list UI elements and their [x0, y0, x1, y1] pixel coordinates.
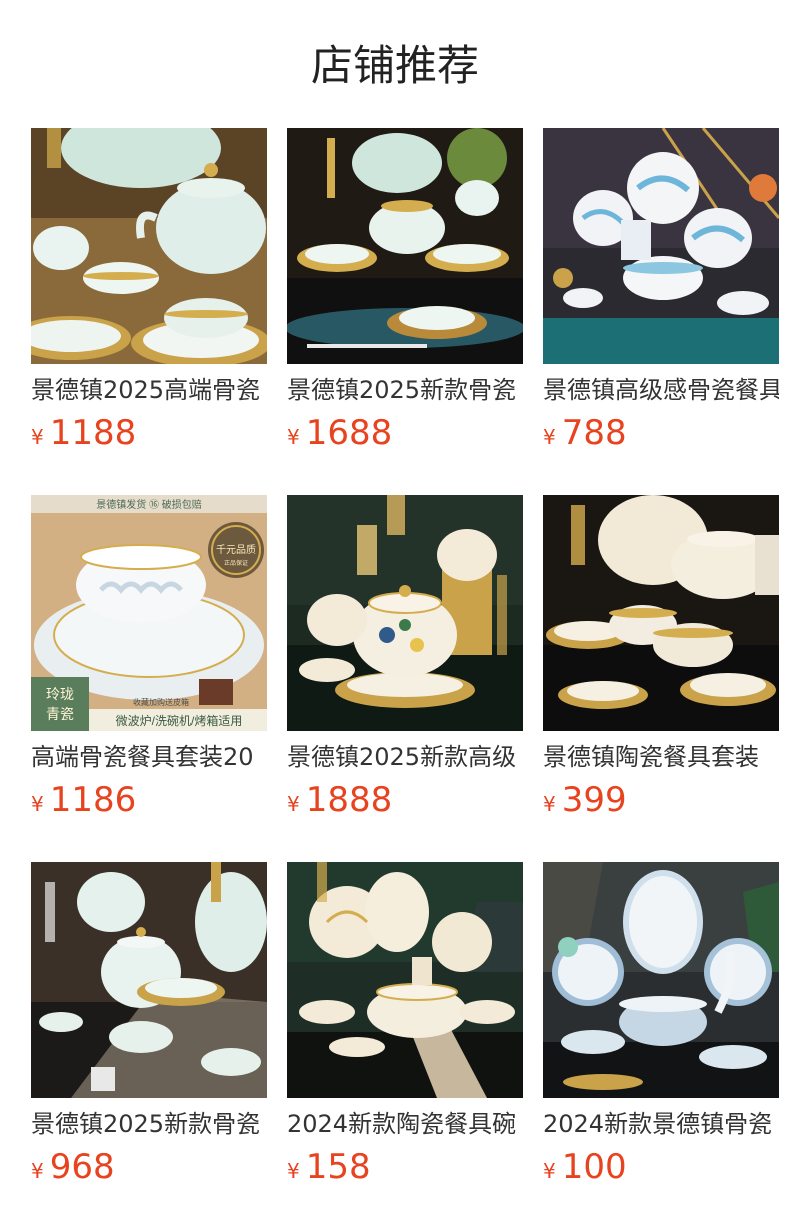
product-name[interactable]: 景德镇陶瓷餐具套装: [543, 743, 779, 771]
product-image[interactable]: [543, 495, 779, 731]
product-image[interactable]: [31, 128, 267, 364]
product-name[interactable]: 景德镇2025新款骨瓷: [31, 1110, 267, 1138]
product-image[interactable]: [543, 862, 779, 1098]
product-name[interactable]: 景德镇高级感骨瓷餐具: [543, 376, 779, 404]
product-card[interactable]: 2024新款陶瓷餐具碗 ¥158: [287, 862, 523, 1187]
price-value: 100: [561, 1147, 627, 1187]
product-price: ¥1688: [287, 413, 523, 453]
price-value: 968: [49, 1147, 115, 1187]
product-card[interactable]: 景德镇2025新款高级 ¥1888: [287, 495, 523, 820]
currency-symbol: ¥: [31, 425, 44, 449]
product-price: ¥399: [543, 780, 779, 820]
ad-gift-text: 收藏加购送皮箱: [133, 697, 189, 707]
product-card[interactable]: 景德镇2025新款骨瓷 ¥968: [31, 862, 267, 1187]
currency-symbol: ¥: [287, 792, 300, 816]
price-value: 1188: [49, 413, 137, 453]
ad-footer-text: 微波炉/洗碗机/烤箱适用: [116, 713, 243, 728]
product-price: ¥1188: [31, 413, 267, 453]
product-card[interactable]: 2024新款景德镇骨瓷 ¥100: [543, 862, 779, 1187]
product-image[interactable]: [287, 128, 523, 364]
currency-symbol: ¥: [31, 792, 44, 816]
currency-symbol: ¥: [31, 1159, 44, 1183]
price-value: 1688: [305, 413, 393, 453]
ad-banner-text: 景德镇发货 ⑯ 破损包赔: [96, 498, 202, 511]
currency-symbol: ¥: [543, 425, 556, 449]
product-card[interactable]: 景德镇2025高端骨瓷 ¥1188: [31, 128, 267, 453]
ad-seal-text: 千元品质: [216, 544, 256, 556]
product-price: ¥788: [543, 413, 779, 453]
price-value: 788: [561, 413, 627, 453]
price-value: 399: [561, 780, 627, 820]
product-price: ¥100: [543, 1147, 779, 1187]
product-image[interactable]: [31, 862, 267, 1098]
ad-seal-sub: 正品保证: [224, 559, 248, 567]
product-price: ¥158: [287, 1147, 523, 1187]
product-name[interactable]: 高端骨瓷餐具套装20: [31, 743, 267, 771]
product-price: ¥1186: [31, 780, 267, 820]
product-card[interactable]: 景德镇陶瓷餐具套装 ¥399: [543, 495, 779, 820]
product-card[interactable]: 景德镇高级感骨瓷餐具 ¥788: [543, 128, 779, 453]
currency-symbol: ¥: [287, 1159, 300, 1183]
product-image[interactable]: [543, 128, 779, 364]
product-image[interactable]: 景德镇发货 ⑯ 破损包赔 千元品质 正品保证 玲珑 青瓷 微波炉/洗碗机/烤箱适…: [31, 495, 267, 731]
currency-symbol: ¥: [543, 1159, 556, 1183]
ad-corner-line1: 玲珑: [46, 687, 74, 703]
product-price: ¥968: [31, 1147, 267, 1187]
product-image[interactable]: [287, 862, 523, 1098]
page-title: 店铺推荐: [310, 41, 479, 90]
product-name[interactable]: 景德镇2025高端骨瓷: [31, 376, 267, 404]
ad-corner-line2: 青瓷: [46, 707, 74, 723]
product-name[interactable]: 2024新款陶瓷餐具碗: [287, 1110, 523, 1138]
price-value: 1888: [305, 780, 393, 820]
product-image[interactable]: [287, 495, 523, 731]
currency-symbol: ¥: [287, 425, 300, 449]
currency-symbol: ¥: [543, 792, 556, 816]
product-price: ¥1888: [287, 780, 523, 820]
product-name[interactable]: 景德镇2025新款高级: [287, 743, 523, 771]
price-value: 158: [305, 1147, 371, 1187]
product-name[interactable]: 景德镇2025新款骨瓷: [287, 376, 523, 404]
product-name[interactable]: 2024新款景德镇骨瓷: [543, 1110, 779, 1138]
product-card[interactable]: 景德镇2025新款骨瓷 ¥1688: [287, 128, 523, 453]
product-card[interactable]: 景德镇发货 ⑯ 破损包赔 千元品质 正品保证 玲珑 青瓷 微波炉/洗碗机/烤箱适…: [31, 495, 267, 820]
price-value: 1186: [49, 780, 137, 820]
